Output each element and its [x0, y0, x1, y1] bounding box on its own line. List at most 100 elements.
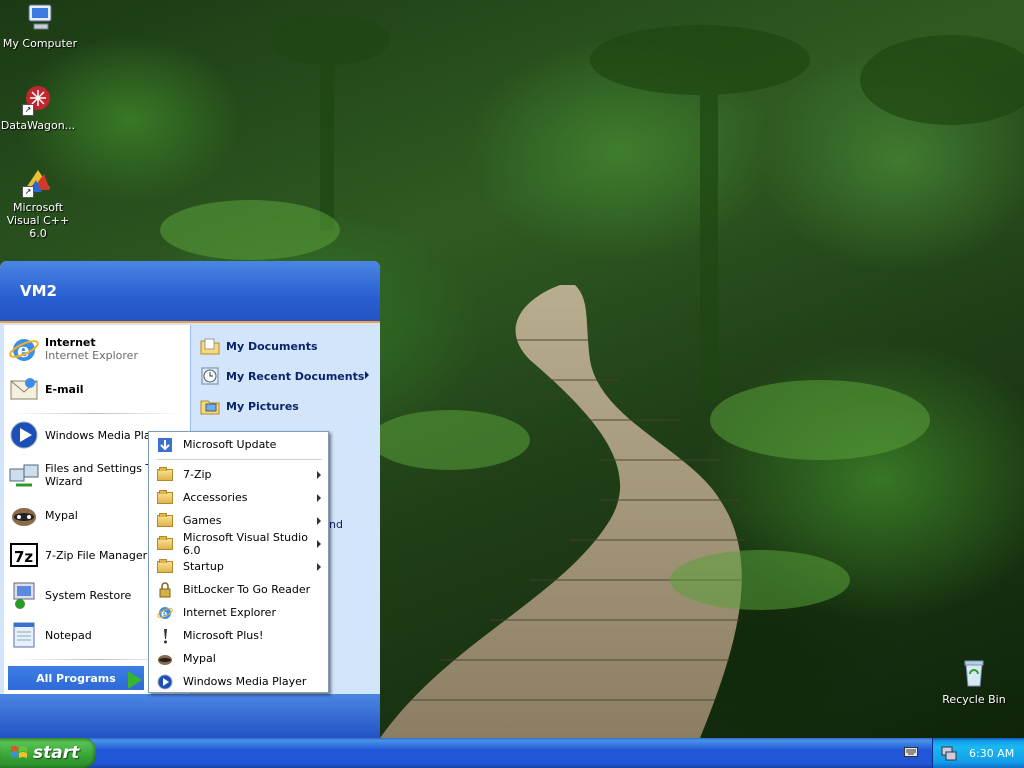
program-label: Microsoft Plus!	[183, 629, 264, 642]
folder-icon	[157, 466, 173, 483]
recent-label: Files and Settings Tra	[45, 462, 162, 475]
right-item-label: My Recent Documents	[226, 369, 365, 383]
desktop-icon-label: My Computer	[2, 37, 78, 50]
folder-icon	[157, 535, 173, 552]
bitlocker-icon	[157, 581, 173, 598]
recent-documents-icon	[199, 365, 221, 387]
keyboard-icon[interactable]	[904, 747, 918, 757]
folder-icon	[157, 512, 173, 529]
submenu-arrow-icon	[317, 471, 321, 479]
svg-text:7z: 7z	[14, 548, 33, 566]
program-label: Games	[183, 514, 222, 527]
media-player-icon	[157, 674, 173, 690]
right-item-my-documents[interactable]: My Documents	[199, 333, 377, 359]
recent-label: System Restore	[45, 588, 132, 602]
recent-label: 7-Zip File Manager	[45, 548, 148, 562]
start-button[interactable]: start	[0, 738, 96, 768]
separator	[157, 459, 322, 460]
folder-icon	[157, 489, 173, 506]
7zip-icon: 7z	[8, 539, 40, 571]
program-microsoft-plus[interactable]: Microsoft Plus!	[153, 625, 325, 646]
program-label: Startup	[183, 560, 224, 573]
network-icon[interactable]	[941, 745, 957, 761]
desktop-icon-datawagon[interactable]: ↗ DataWagon...	[0, 84, 78, 132]
mypal-icon	[8, 499, 40, 531]
recent-label: Windows Media Playe	[45, 428, 164, 442]
start-menu-footer	[0, 694, 380, 738]
program-microsoft-update[interactable]: Microsoft Update	[153, 434, 325, 455]
program-windows-media-player[interactable]: Windows Media Player	[153, 671, 325, 692]
program-label: Mypal	[183, 652, 216, 665]
pinned-internet[interactable]: e Internet Internet Explorer	[8, 333, 190, 365]
submenu-arrow-icon	[317, 517, 321, 525]
user-name: VM2	[20, 282, 57, 300]
pinned-email[interactable]: E-mail	[8, 373, 190, 405]
program-7zip[interactable]: 7-Zip	[153, 464, 325, 485]
recent-label: Wizard	[45, 475, 83, 488]
desktop-icon-label: Microsoft Visual C++ 6.0	[6, 201, 70, 240]
ie-icon: e	[157, 605, 173, 621]
program-internet-explorer[interactable]: e Internet Explorer	[153, 602, 325, 623]
right-item-label: My Documents	[226, 339, 318, 353]
pinned-subtitle: Internet Explorer	[45, 349, 138, 362]
program-label: Microsoft Visual Studio 6.0	[183, 530, 308, 557]
all-programs-arrow-icon	[128, 671, 142, 689]
pinned-title: Internet	[45, 336, 96, 349]
folder-icon	[157, 558, 173, 575]
mypal-icon	[157, 651, 173, 667]
program-mypal[interactable]: Mypal	[153, 648, 325, 669]
desktop-icon-visual-cpp[interactable]: ↗ Microsoft Visual C++ 6.0	[0, 166, 78, 240]
plus-icon	[157, 628, 173, 644]
system-restore-icon	[8, 579, 40, 611]
desktop-icon-label: Recycle Bin	[942, 693, 1006, 706]
recycle-bin-icon	[958, 658, 990, 690]
shortcut-arrow-icon: ↗	[22, 186, 34, 198]
visual-cpp-icon: ↗	[22, 166, 54, 198]
recent-label: Mypal	[45, 508, 78, 522]
desktop-icon-label: DataWagon...	[0, 119, 76, 132]
transfer-wizard-icon	[8, 459, 40, 491]
clock[interactable]: 6:30 AM	[969, 747, 1014, 760]
program-label: BitLocker To Go Reader	[183, 583, 311, 596]
program-games[interactable]: Games	[153, 510, 325, 531]
program-visual-studio[interactable]: Microsoft Visual Studio 6.0	[153, 530, 325, 557]
desktop-icon-recycle-bin[interactable]: Recycle Bin	[934, 658, 1014, 706]
program-accessories[interactable]: Accessories	[153, 487, 325, 508]
submenu-arrow-icon	[317, 540, 321, 548]
program-label: Accessories	[183, 491, 248, 504]
datawagon-icon: ↗	[22, 84, 54, 116]
notepad-icon	[8, 619, 40, 651]
system-tray: 6:30 AM	[932, 738, 1024, 768]
recent-label: Notepad	[45, 628, 92, 642]
taskbar: start 6:30 AM	[0, 738, 1024, 768]
start-label: start	[33, 743, 80, 763]
submenu-arrow-icon	[317, 563, 321, 571]
program-label: Windows Media Player	[183, 675, 307, 688]
all-programs-label: All Programs	[36, 671, 116, 685]
start-menu-header: VM2	[0, 261, 380, 323]
email-icon	[8, 373, 40, 405]
media-player-icon	[8, 419, 40, 451]
my-documents-icon	[199, 335, 221, 357]
my-computer-icon	[24, 2, 56, 34]
program-label: 7-Zip	[183, 468, 212, 481]
windows-flag-icon	[10, 744, 28, 762]
right-item-my-recent-documents[interactable]: My Recent Documents	[199, 363, 377, 389]
program-bitlocker[interactable]: BitLocker To Go Reader	[153, 579, 325, 600]
right-item-label: My Pictures	[226, 399, 299, 413]
program-startup[interactable]: Startup	[153, 556, 325, 577]
program-label: Microsoft Update	[183, 438, 277, 451]
submenu-arrow-icon	[317, 494, 321, 502]
program-label: Internet Explorer	[183, 606, 276, 619]
pinned-title: E-mail	[45, 382, 84, 396]
internet-explorer-icon: e	[8, 333, 40, 365]
windows-update-icon	[157, 437, 173, 453]
right-item-my-pictures[interactable]: My Pictures	[199, 393, 377, 419]
desktop-icon-my-computer[interactable]: My Computer	[0, 2, 80, 50]
shortcut-arrow-icon: ↗	[22, 104, 34, 116]
all-programs-menu: Microsoft Update 7-Zip Accessories Games…	[148, 431, 329, 693]
submenu-arrow-icon	[365, 371, 369, 379]
right-pane-clipped-text: nd	[329, 518, 343, 531]
separator	[12, 413, 182, 414]
all-programs-button[interactable]: All Programs	[8, 666, 144, 690]
